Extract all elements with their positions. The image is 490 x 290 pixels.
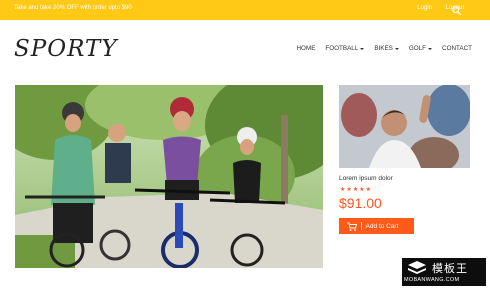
cart-label: Add to Cart xyxy=(365,222,399,230)
cart-icon xyxy=(347,222,357,231)
search-icon[interactable] xyxy=(451,5,462,16)
page: Take and take 20% OFF with order upto $9… xyxy=(0,0,490,290)
promo-text: Take and take 20% OFF with order upto $9… xyxy=(14,5,132,11)
hero-illustration xyxy=(15,85,323,268)
product-price: $91.00 xyxy=(339,195,382,211)
nav-label: CONTACT xyxy=(442,45,472,52)
product-illustration xyxy=(339,85,470,168)
nav-label: GOLF xyxy=(408,45,427,52)
chevron-down-icon xyxy=(394,47,399,50)
watermark-logo-icon xyxy=(408,261,426,274)
login-link[interactable]: Login xyxy=(417,5,432,11)
watermark-title: 模板王 xyxy=(432,263,468,275)
nav-label: BIKES xyxy=(374,45,393,52)
nav-home[interactable]: HOME xyxy=(297,45,316,52)
nav-contact[interactable]: CONTACT xyxy=(442,45,472,52)
chevron-down-icon xyxy=(428,47,433,50)
watermark-url: MOBANWANG.COM xyxy=(404,277,460,283)
nav-label: HOME xyxy=(296,45,316,52)
nav-football[interactable]: FOOTBALL xyxy=(325,45,365,52)
promo-bar: Take and take 20% OFF with order upto $9… xyxy=(0,0,490,20)
site-logo[interactable]: SPORTY xyxy=(14,36,118,62)
chevron-down-icon xyxy=(360,47,365,50)
product-image[interactable] xyxy=(339,85,470,168)
main-nav: HOME FOOTBALL BIKES GOLF CONTACT xyxy=(297,45,473,52)
nav-golf[interactable]: GOLF xyxy=(408,45,433,52)
product-title[interactable]: Lorem ipsum dolor xyxy=(339,175,393,182)
rating-stars: ★★★★★ xyxy=(340,187,372,193)
nav-bikes[interactable]: BIKES xyxy=(374,45,399,52)
watermark: 模板王 MOBANWANG.COM xyxy=(402,258,486,286)
add-to-cart-button[interactable]: Add to Cart xyxy=(339,218,414,234)
nav-label: FOOTBALL xyxy=(325,45,359,52)
hero-photo xyxy=(15,85,323,268)
divider xyxy=(361,222,362,230)
